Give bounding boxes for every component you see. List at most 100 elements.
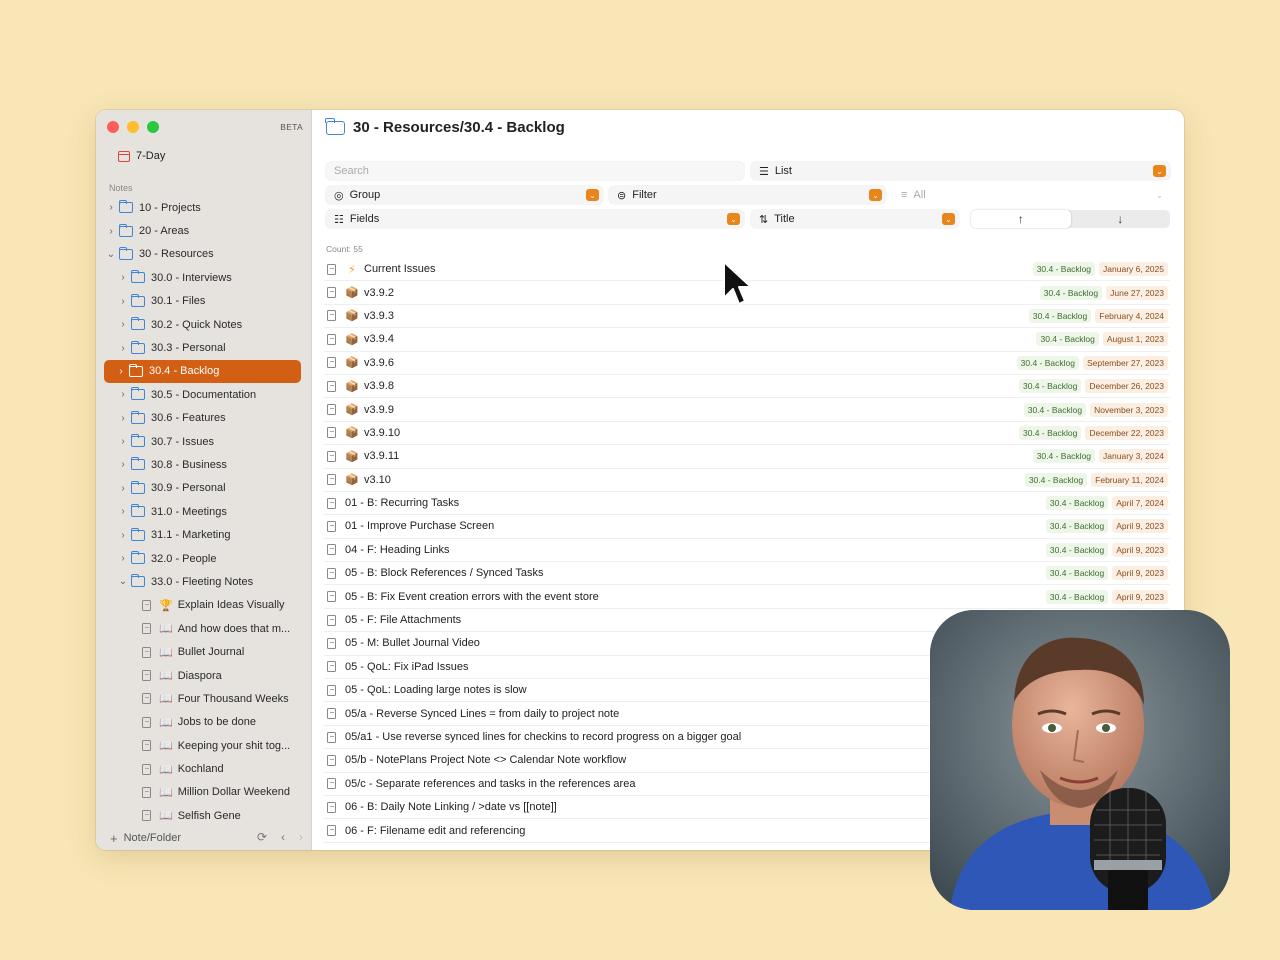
sidebar-folder-item[interactable]: › 30.9 - Personal	[96, 477, 311, 500]
book-icon: 📖	[159, 623, 173, 636]
chevron-right-icon[interactable]: ›	[116, 366, 126, 377]
close-window-button[interactable]	[107, 121, 119, 133]
note-row[interactable]: 📦 v3.10 30.4 - Backlog February 11, 2024	[324, 469, 1170, 492]
sidebar-note-item[interactable]: 📖 Keeping your shit tog...	[96, 734, 311, 757]
search-input[interactable]: Search	[326, 162, 744, 180]
note-row[interactable]: 📦 v3.9.6 30.4 - Backlog September 27, 2023	[324, 352, 1170, 375]
sidebar-folder-item[interactable]: ⌄ 33.0 - Fleeting Notes	[96, 570, 311, 593]
folder-icon	[118, 223, 133, 237]
note-row[interactable]: 📦 v3.9.10 30.4 - Backlog December 22, 2023	[324, 422, 1170, 446]
document-icon	[327, 778, 336, 790]
chevron-down-icon[interactable]: ⌄	[106, 249, 116, 260]
sidebar-item-label: 30.7 - Issues	[151, 435, 214, 448]
fields-select[interactable]: ☷ Fields ⌄	[326, 210, 744, 228]
sidebar-note-item[interactable]: 📖 Kochland	[96, 757, 311, 780]
sync-icon[interactable]: ⟳	[257, 830, 267, 844]
chevron-right-icon[interactable]: ›	[118, 296, 128, 307]
sidebar-folder-item[interactable]: › 31.1 - Marketing	[96, 523, 311, 546]
book-icon: 📖	[159, 716, 173, 729]
sidebar-item-7-day[interactable]: 7-Day	[118, 150, 165, 162]
back-icon[interactable]: ‹	[281, 830, 285, 844]
view-select[interactable]: ☰ List ⌄	[751, 162, 1170, 180]
book-icon: 📖	[159, 693, 173, 706]
chevron-right-icon[interactable]: ›	[118, 319, 128, 330]
folder-icon	[130, 574, 145, 588]
chevron-right-icon[interactable]: ›	[118, 343, 128, 354]
note-meta: 30.4 - Backlog April 9, 2023	[1045, 589, 1168, 604]
notes-section-label: Notes	[109, 183, 133, 193]
note-row[interactable]: 04 - F: Heading Links 30.4 - Backlog April…	[324, 539, 1170, 563]
sidebar-folder-item[interactable]: › 30.6 - Features	[96, 407, 311, 430]
folder-icon	[130, 410, 145, 424]
sort-descending-button[interactable]: ↓	[1071, 210, 1171, 228]
sidebar-folder-item[interactable]: › 30.4 - Backlog	[104, 359, 301, 384]
sidebar-item-label: 30.9 - Personal	[151, 482, 226, 495]
sidebar-folder-item[interactable]: › 32.0 - People	[96, 547, 311, 570]
note-row[interactable]: 01 - Improve Purchase Screen 30.4 - Backl…	[324, 515, 1170, 539]
sidebar-note-item[interactable]: 📖 Selfish Gene	[96, 804, 311, 827]
sidebar-folder-item[interactable]: › 31.0 - Meetings	[96, 500, 311, 523]
chevron-right-icon[interactable]: ›	[118, 389, 128, 400]
plus-icon[interactable]: +	[110, 831, 118, 846]
note-row[interactable]: 📦 v3.9.9 30.4 - Backlog November 3, 2023	[324, 398, 1170, 422]
chevron-right-icon[interactable]: ›	[118, 506, 128, 517]
list-icon: ☰	[759, 165, 769, 178]
chevron-right-icon[interactable]: ›	[118, 553, 128, 564]
note-row[interactable]: 05 - B: Fix Event creation errors with t…	[324, 585, 1170, 609]
sidebar-folder-item[interactable]: ⌄ 30 - Resources	[96, 243, 311, 266]
chevron-down-icon[interactable]: ⌄	[118, 576, 128, 587]
sidebar-note-item[interactable]: 📖 Million Dollar Weekend	[96, 781, 311, 804]
sidebar-note-item[interactable]: 📖 Four Thousand Weeks	[96, 687, 311, 710]
sidebar-folder-item[interactable]: › 30.8 - Business	[96, 453, 311, 476]
sidebar-note-item[interactable]: 📖 Bullet Journal	[96, 640, 311, 663]
sidebar-folder-item[interactable]: › 30.5 - Documentation	[96, 383, 311, 406]
note-row[interactable]: 05 - B: Block References / Synced Tasks 3…	[324, 562, 1170, 586]
folder-tag: 30.4 - Backlog	[1016, 355, 1079, 370]
filter-value-select[interactable]: ≡ All ⌄	[893, 186, 1170, 204]
chevron-right-icon[interactable]: ›	[118, 272, 128, 283]
chevron-right-icon[interactable]: ›	[118, 530, 128, 541]
chevron-right-icon[interactable]: ›	[118, 436, 128, 447]
sort-ascending-button[interactable]: ↑	[971, 210, 1071, 228]
sidebar-note-item[interactable]: 🏆 Explain Ideas Visually	[96, 594, 311, 617]
sidebar-note-item[interactable]: 📖 And how does that m...	[96, 617, 311, 640]
sort-select[interactable]: ⇅ Title ⌄	[751, 210, 959, 228]
date-badge: November 3, 2023	[1090, 402, 1168, 417]
zoom-window-button[interactable]	[147, 121, 159, 133]
forward-icon[interactable]: ›	[299, 830, 303, 844]
sidebar-folder-item[interactable]: › 30.1 - Files	[96, 290, 311, 313]
sort-direction-toggle: ↑ ↓	[971, 210, 1170, 228]
sidebar-item-label: 33.0 - Fleeting Notes	[151, 575, 254, 588]
book-icon: 📖	[159, 646, 173, 659]
sidebar-note-item[interactable]: 📖 Jobs to be done	[96, 711, 311, 734]
date-badge: January 6, 2025	[1099, 262, 1168, 277]
sidebar-folder-item[interactable]: › 30.0 - Interviews	[96, 266, 311, 289]
note-title: 05 - QoL: Loading large notes is slow	[345, 684, 527, 697]
note-row[interactable]: 📦 v3.9.11 30.4 - Backlog January 3, 2024	[324, 445, 1170, 469]
chevron-right-icon[interactable]: ›	[118, 483, 128, 494]
chevron-right-icon[interactable]: ›	[106, 226, 116, 237]
page-title-text: 30 - Resources/30.4 - Backlog	[353, 119, 565, 136]
date-badge: December 26, 2023	[1085, 379, 1168, 394]
sidebar-folder-item[interactable]: › 30.2 - Quick Notes	[96, 313, 311, 336]
folder-tag: 30.4 - Backlog	[1018, 379, 1082, 394]
filter-select[interactable]: ⊜ Filter ⌄	[609, 186, 886, 204]
window-controls	[107, 121, 159, 133]
note-row[interactable]: 📦 v3.9.8 30.4 - Backlog December 26, 2023	[324, 375, 1170, 399]
note-row[interactable]: 01 - B: Recurring Tasks 30.4 - Backlog Apr…	[324, 492, 1170, 516]
sidebar-note-item[interactable]: 📖 Diaspora	[96, 664, 311, 687]
minimize-window-button[interactable]	[127, 121, 139, 133]
sidebar-folder-item[interactable]: › 10 - Projects	[96, 196, 311, 219]
note-row[interactable]: 📦 v3.9.4 30.4 - Backlog August 1, 2023	[324, 328, 1170, 352]
chevron-right-icon[interactable]: ›	[118, 413, 128, 424]
sidebar-folder-item[interactable]: › 30.7 - Issues	[96, 430, 311, 453]
sidebar-item-label: Keeping your shit tog...	[177, 739, 291, 752]
sidebar-folder-item[interactable]: › 20 - Areas	[96, 219, 311, 242]
chevron-right-icon[interactable]: ›	[106, 202, 116, 213]
sidebar-folder-item[interactable]: › 30.3 - Personal	[96, 336, 311, 359]
sidebar-item-label: 30.6 - Features	[151, 412, 226, 425]
new-note-folder-button[interactable]: Note/Folder	[124, 832, 181, 844]
group-select[interactable]: ◎ Group ⌄	[326, 186, 603, 204]
chevron-right-icon[interactable]: ›	[118, 459, 128, 470]
date-badge: April 9, 2023	[1112, 519, 1168, 534]
